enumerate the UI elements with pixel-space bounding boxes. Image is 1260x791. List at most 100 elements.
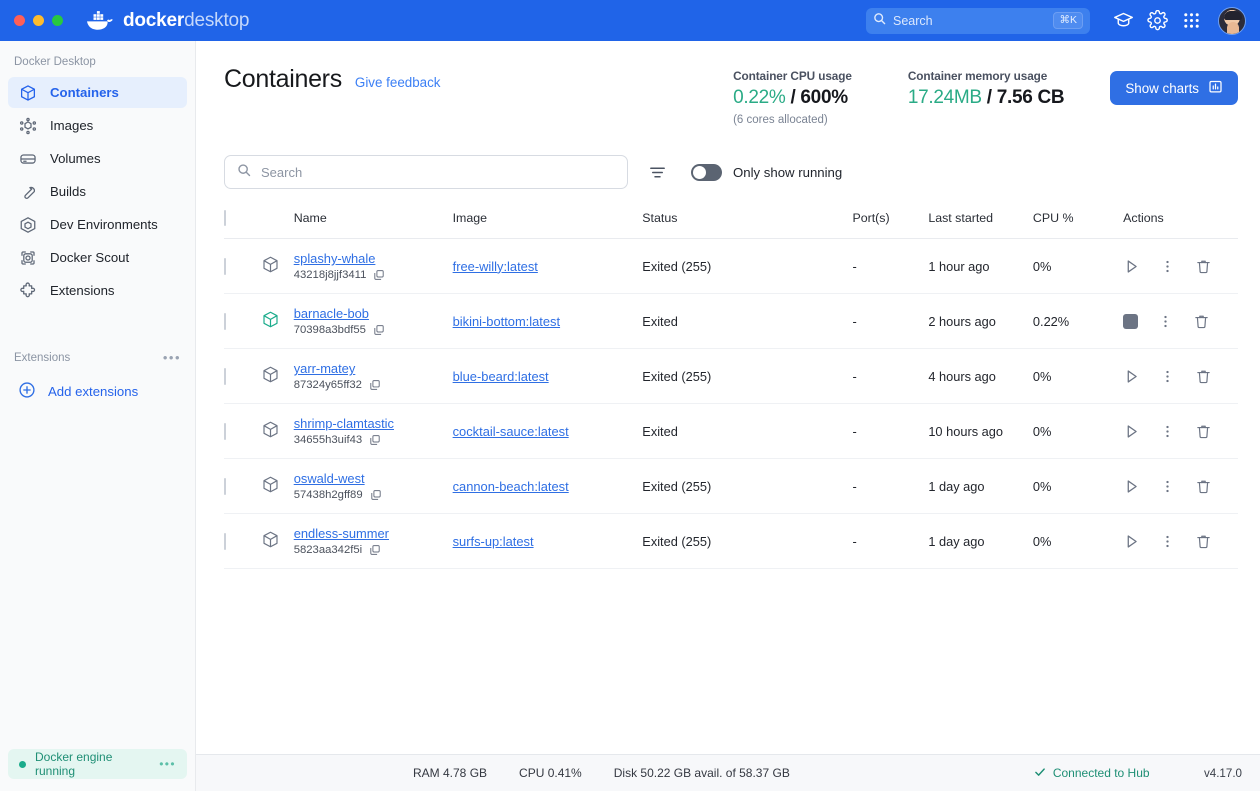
sidebar-item-dev-environments[interactable]: Dev Environments bbox=[8, 209, 187, 240]
copy-id-icon[interactable] bbox=[373, 324, 385, 336]
column-header-status[interactable]: Status bbox=[642, 211, 853, 239]
copy-id-icon[interactable] bbox=[369, 434, 381, 446]
toggle-switch[interactable] bbox=[691, 163, 722, 181]
more-options-button[interactable] bbox=[1160, 479, 1175, 494]
resource-metrics: RAM 4.78 GB CPU 0.41% Disk 50.22 GB avai… bbox=[392, 766, 790, 780]
start-container-button[interactable] bbox=[1123, 258, 1140, 275]
row-checkbox[interactable] bbox=[224, 532, 226, 550]
container-image-cell: blue-beard:latest bbox=[453, 349, 643, 404]
container-image-link[interactable]: surfs-up:latest bbox=[453, 534, 534, 549]
container-name-link[interactable]: shrimp-clamtastic bbox=[294, 416, 394, 431]
container-last-started-cell: 1 hour ago bbox=[928, 258, 990, 274]
delete-container-button[interactable] bbox=[1195, 258, 1212, 275]
copy-id-icon[interactable] bbox=[373, 269, 385, 281]
copy-id-icon[interactable] bbox=[369, 379, 381, 391]
column-header-name[interactable]: Name bbox=[293, 211, 453, 239]
table-row[interactable]: barnacle-bob 70398a3bdf55 bikini-bottom:… bbox=[224, 294, 1238, 349]
container-image-link[interactable]: bikini-bottom:latest bbox=[453, 314, 560, 329]
memory-usage-current: 17.24MB bbox=[907, 87, 982, 108]
row-checkbox[interactable] bbox=[224, 367, 226, 385]
sidebar-item-extensions[interactable]: Extensions bbox=[8, 275, 187, 306]
column-header-ports[interactable]: Port(s) bbox=[852, 211, 929, 239]
container-image-cell: free-willy:latest bbox=[453, 239, 643, 294]
container-actions-cell bbox=[1123, 349, 1238, 404]
container-name-link[interactable]: oswald-west bbox=[294, 471, 365, 486]
column-header-last-started[interactable]: Last started bbox=[928, 211, 1033, 239]
more-options-button[interactable] bbox=[1160, 259, 1175, 274]
add-extensions-button[interactable]: Add extensions bbox=[0, 375, 195, 407]
start-container-button[interactable] bbox=[1123, 478, 1140, 495]
table-row[interactable]: endless-summer 5823aa342f5i surfs-up:lat… bbox=[224, 514, 1238, 569]
more-options-button[interactable] bbox=[1158, 314, 1173, 329]
delete-container-button[interactable] bbox=[1195, 533, 1212, 550]
sidebar-item-builds[interactable]: Builds bbox=[8, 176, 187, 207]
table-body: splashy-whale 43218j8jjf3411 free-willy:… bbox=[224, 239, 1238, 569]
delete-container-button[interactable] bbox=[1195, 478, 1212, 495]
column-header-cpu[interactable]: CPU % bbox=[1032, 211, 1124, 239]
row-checkbox[interactable] bbox=[224, 312, 226, 330]
sidebar-item-volumes[interactable]: Volumes bbox=[8, 143, 187, 174]
more-options-button[interactable] bbox=[1160, 369, 1175, 384]
row-checkbox[interactable] bbox=[224, 477, 226, 495]
show-charts-button[interactable]: Show charts bbox=[1110, 71, 1238, 105]
table-row[interactable]: shrimp-clamtastic 34655h3uif43 cocktail-… bbox=[224, 404, 1238, 459]
column-header-image[interactable]: Image bbox=[452, 211, 643, 239]
row-checkbox[interactable] bbox=[224, 422, 226, 440]
table-row[interactable]: yarr-matey 87324y65ff32 blue-beard:lates… bbox=[224, 349, 1238, 404]
extensions-more-button[interactable]: ••• bbox=[163, 350, 181, 365]
start-container-button[interactable] bbox=[1123, 368, 1140, 385]
container-search-input[interactable]: Search bbox=[224, 155, 628, 189]
copy-id-icon[interactable] bbox=[369, 544, 381, 556]
maximize-window-button[interactable] bbox=[52, 15, 63, 26]
select-all-checkbox[interactable] bbox=[224, 210, 226, 226]
table-row[interactable]: splashy-whale 43218j8jjf3411 free-willy:… bbox=[224, 239, 1238, 294]
sidebar-item-images[interactable]: Images bbox=[8, 110, 187, 141]
docker-scout-icon bbox=[18, 248, 37, 267]
close-window-button[interactable] bbox=[14, 15, 25, 26]
docker-engine-status[interactable]: Docker engine running ••• bbox=[8, 749, 187, 779]
container-actions-cell bbox=[1123, 239, 1238, 294]
global-search-placeholder: Search bbox=[893, 13, 933, 28]
hub-connection-status[interactable]: Connected to Hub bbox=[1034, 766, 1150, 781]
icon-column-header bbox=[260, 211, 294, 239]
delete-container-button[interactable] bbox=[1193, 313, 1210, 330]
memory-usage-caption: Container memory usage bbox=[907, 69, 1048, 83]
sidebar-item-label: Builds bbox=[50, 184, 86, 199]
container-image-link[interactable]: cannon-beach:latest bbox=[453, 479, 569, 494]
start-container-button[interactable] bbox=[1123, 423, 1140, 440]
container-name-link[interactable]: barnacle-bob bbox=[294, 306, 369, 321]
copy-id-icon[interactable] bbox=[370, 489, 382, 501]
row-checkbox[interactable] bbox=[224, 257, 226, 275]
global-search-input[interactable]: Search ⌘K bbox=[866, 7, 1090, 34]
delete-container-button[interactable] bbox=[1195, 368, 1212, 385]
container-name-link[interactable]: splashy-whale bbox=[294, 251, 376, 266]
more-options-button[interactable] bbox=[1160, 424, 1175, 439]
learning-center-icon[interactable] bbox=[1108, 6, 1138, 36]
user-avatar[interactable] bbox=[1218, 6, 1246, 35]
container-image-link[interactable]: blue-beard:latest bbox=[453, 369, 549, 384]
more-options-button[interactable] bbox=[1160, 534, 1175, 549]
start-container-button[interactable] bbox=[1123, 533, 1140, 550]
engine-more-button[interactable]: ••• bbox=[159, 757, 176, 771]
give-feedback-link[interactable]: Give feedback bbox=[355, 75, 441, 90]
filter-bar: Search Only show running bbox=[224, 155, 1238, 189]
container-image-link[interactable]: free-willy:latest bbox=[453, 259, 538, 274]
filter-icon[interactable] bbox=[648, 163, 667, 182]
only-show-running-toggle[interactable]: Only show running bbox=[691, 163, 842, 181]
hub-status-label: Connected to Hub bbox=[1052, 766, 1150, 780]
minimize-window-button[interactable] bbox=[33, 15, 44, 26]
settings-gear-icon[interactable] bbox=[1142, 6, 1172, 36]
container-name-link[interactable]: endless-summer bbox=[294, 526, 389, 541]
stop-container-button[interactable] bbox=[1123, 313, 1139, 329]
images-icon bbox=[18, 116, 37, 135]
container-name-link[interactable]: yarr-matey bbox=[294, 361, 356, 376]
table-row[interactable]: oswald-west 57438h2gff89 cannon-beach:la… bbox=[224, 459, 1238, 514]
apps-grid-icon[interactable] bbox=[1176, 6, 1206, 36]
container-status-cell: Exited (255) bbox=[642, 533, 712, 549]
delete-container-button[interactable] bbox=[1195, 423, 1212, 440]
sidebar-item-containers[interactable]: Containers bbox=[8, 77, 187, 108]
container-id: 5823aa342f5i bbox=[294, 544, 453, 556]
container-ports-cell: - bbox=[852, 478, 857, 494]
sidebar-item-docker-scout[interactable]: Docker Scout bbox=[8, 242, 187, 273]
container-image-link[interactable]: cocktail-sauce:latest bbox=[453, 424, 569, 439]
